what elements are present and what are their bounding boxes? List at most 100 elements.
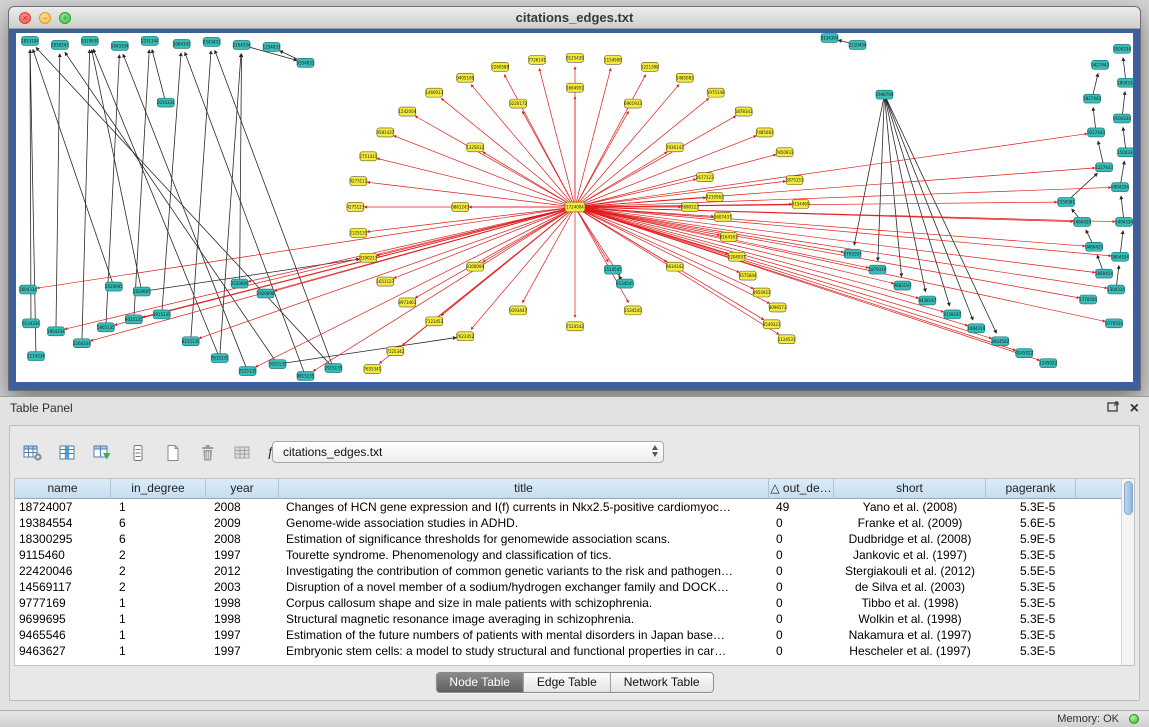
graph-node[interactable]: 9581437 [376,128,394,137]
graph-node[interactable]: 3861243 [451,203,469,212]
graph-node[interactable]: 2260588 [491,62,509,71]
graph-node[interactable]: 6793197 [844,249,862,258]
graph-node[interactable]: 8973463 [398,298,416,307]
graph-node[interactable]: 1615135 [269,360,287,369]
table-row[interactable]: 1872400712008Changes of HCN gene express… [15,499,1121,515]
graph-node[interactable]: 3220172 [509,99,527,108]
table-row[interactable]: 977716911998Corpus callosum shape and si… [15,595,1121,611]
graph-node[interactable]: 1559581 [1057,198,1075,207]
close-panel-icon[interactable]: × [1130,402,1139,416]
graph-hub-node[interactable]: 1724004 [565,202,585,212]
graph-node[interactable]: 1975148 [707,88,725,97]
vertical-scrollbar[interactable] [1121,479,1134,665]
graph-node[interactable]: 1943334 [111,41,129,50]
tab-edge-table[interactable]: Edge Table [523,673,610,692]
graph-node[interactable]: 9104334 [1113,114,1131,123]
delete-column-button[interactable] [195,440,221,466]
float-panel-icon[interactable] [1107,400,1120,418]
graph-node[interactable]: 9245022 [1015,349,1033,358]
graph-node[interactable]: 1875153 [786,176,804,185]
column-header-short[interactable]: short [834,479,986,499]
graph-node[interactable]: 2016334 [157,98,175,107]
graph-node[interactable]: 1154908 [604,55,622,64]
graph-node[interactable]: 9405106 [456,73,474,82]
graph-node[interactable]: 9804334 [1111,252,1129,261]
table-selector-dropdown[interactable]: citations_edges.txt [272,441,664,463]
graph-node[interactable]: 1124531 [778,335,796,344]
graph-node[interactable]: 9134545 [616,279,634,288]
graph-node[interactable]: 9158197 [943,310,961,319]
graph-node[interactable]: 1677123 [696,173,714,182]
graph-node[interactable]: 1534545 [624,306,642,315]
column-header-year[interactable]: year [206,479,279,499]
graph-node[interactable]: 1604334 [19,285,37,294]
graph-node[interactable]: 1770554 [1079,295,1097,304]
tab-network-table[interactable]: Network Table [610,673,713,692]
graph-node[interactable]: 7850933 [776,148,794,157]
graph-node[interactable]: 8134304 [821,33,839,42]
graph-node[interactable]: 1325612 [466,143,484,152]
table-row[interactable]: 1830029562008Estimation of significance … [15,531,1121,547]
graph-node[interactable]: 8096573 [769,303,787,312]
graph-node[interactable]: 7815135 [211,354,229,363]
graph-node[interactable]: 2064343 [173,39,191,48]
graph-node[interactable]: 1694319 [967,324,985,333]
table-row[interactable]: 911546021997Tourette syndrome. Phenomeno… [15,547,1121,563]
table-row[interactable]: 946554611997Estimation of the future num… [15,627,1121,643]
graph-node[interactable]: 1651127 [376,277,394,286]
graph-node[interactable]: 9683197 [894,281,912,290]
graph-node[interactable]: 7623452 [456,332,474,341]
graph-node[interactable]: 9319939 [81,36,99,45]
graph-node[interactable]: 9460429 [1085,242,1103,251]
create-column-button[interactable] [160,440,186,466]
merge-table-button[interactable] [230,440,256,466]
column-header-out_degree[interactable]: △ out_de… [769,479,834,499]
graph-node[interactable]: 1254033 [263,42,281,51]
graph-node[interactable]: 9815135 [297,372,315,381]
graph-node[interactable]: 9273112 [350,177,368,186]
graph-node[interactable]: 1460013 [425,88,443,97]
table-row[interactable]: 946362711997Embryonic stem cells: a mode… [15,643,1121,659]
graph-node[interactable]: 9575844 [739,271,757,280]
graph-node[interactable]: 9634342 [666,262,684,271]
table-row[interactable]: 969969511998Structural magnetic resonanc… [15,611,1121,627]
graph-node[interactable]: 9343433 [203,37,221,46]
graph-node[interactable]: 5905135 [97,323,115,332]
graph-node[interactable]: 8215135 [182,337,200,346]
graph-node[interactable]: 9770554 [1105,319,1123,328]
graph-node[interactable]: 1954334 [47,327,65,336]
graph-node[interactable]: 4275123 [347,203,365,212]
graph-node[interactable]: 1221398 [641,62,659,71]
graph-node[interactable]: 9015135 [125,315,143,324]
graph-node[interactable]: 7524542 [566,322,584,331]
graph-node[interactable]: 1404334 [1115,217,1133,226]
table-row[interactable]: 1938455462009Genome-wide association stu… [15,515,1121,531]
graph-node[interactable]: 2520695 [105,282,123,291]
graph-node[interactable]: 9427443 [1091,60,1109,69]
graph-node[interactable]: 1514545 [604,265,622,274]
graph-node[interactable]: 7635341 [364,365,382,374]
graph-node[interactable]: 2264334 [73,339,91,348]
graph-node[interactable]: 7225342 [386,347,404,356]
graph-node[interactable]: 1948794 [876,90,894,99]
graph-node[interactable]: 1664951 [566,83,584,92]
row-height-button[interactable] [125,440,151,466]
table-mode-button[interactable] [90,440,116,466]
graph-node[interactable]: 1460429 [1073,217,1091,226]
graph-node[interactable]: 2751411 [360,152,378,161]
column-header-in_degree[interactable]: in_degree [111,479,206,499]
table-row[interactable]: 2242004622012Investigating the contribut… [15,563,1121,579]
graph-node[interactable]: 1227443 [1095,163,1113,172]
graph-node[interactable]: 9154469 [792,200,810,209]
graph-node[interactable]: 2520690 [231,279,249,288]
select-columns-button[interactable] [55,440,81,466]
graph-node[interactable]: 1542004 [398,107,416,116]
tab-node-table[interactable]: Node Table [436,673,523,692]
table-settings-button[interactable] [20,440,46,466]
graph-node[interactable]: 1304334 [1107,285,1125,294]
graph-node[interactable]: 9354033 [297,58,315,67]
graph-node[interactable]: 3190217 [360,253,378,262]
graph-node[interactable]: 2915135 [325,364,343,373]
graph-node[interactable]: 7936141 [666,143,684,152]
graph-node[interactable]: 1485083 [676,73,694,82]
